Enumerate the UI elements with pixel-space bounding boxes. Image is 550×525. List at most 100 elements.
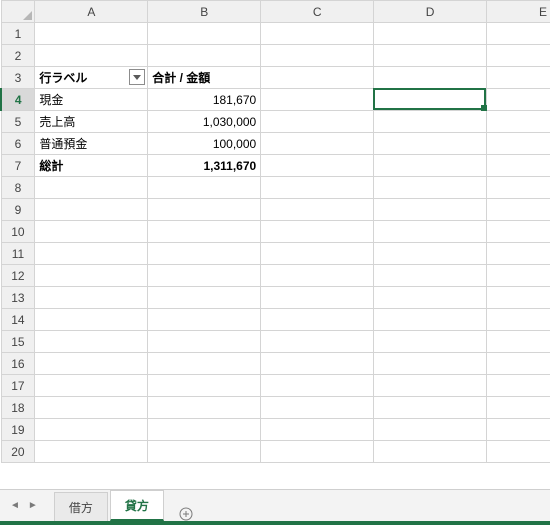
cell-C4[interactable] [261, 89, 374, 111]
row-header-3[interactable]: 3 [1, 67, 35, 89]
cell-C15[interactable] [261, 331, 374, 353]
cell-D18[interactable] [374, 397, 487, 419]
cell-E15[interactable] [487, 331, 550, 353]
row-header-18[interactable]: 18 [1, 397, 35, 419]
cell-A2[interactable] [35, 45, 148, 67]
cell-A10[interactable] [35, 221, 148, 243]
cell-B16[interactable] [148, 353, 261, 375]
row-header-14[interactable]: 14 [1, 309, 35, 331]
sheet-tab-0[interactable]: 借方 [54, 492, 108, 521]
cell-A8[interactable] [35, 177, 148, 199]
cell-A16[interactable] [35, 353, 148, 375]
cell-B3[interactable]: 合計 / 金額 [148, 67, 261, 89]
cell-C14[interactable] [261, 309, 374, 331]
cell-B10[interactable] [148, 221, 261, 243]
cell-E11[interactable] [487, 243, 550, 265]
cell-A3[interactable]: 行ラベル [35, 67, 148, 89]
cell-E4[interactable] [487, 89, 550, 111]
cell-B2[interactable] [148, 45, 261, 67]
worksheet-area[interactable]: A B C D E 123行ラベル合計 / 金額4現金181,6705売上高1,… [0, 0, 550, 489]
cell-E1[interactable] [487, 23, 550, 45]
cell-B5[interactable]: 1,030,000 [148, 111, 261, 133]
cell-C10[interactable] [261, 221, 374, 243]
cell-C12[interactable] [261, 265, 374, 287]
cell-B12[interactable] [148, 265, 261, 287]
cell-E10[interactable] [487, 221, 550, 243]
cell-A13[interactable] [35, 287, 148, 309]
cell-E5[interactable] [487, 111, 550, 133]
cell-C16[interactable] [261, 353, 374, 375]
cell-E17[interactable] [487, 375, 550, 397]
cell-D5[interactable] [374, 111, 487, 133]
cell-A19[interactable] [35, 419, 148, 441]
cell-C13[interactable] [261, 287, 374, 309]
cell-E19[interactable] [487, 419, 550, 441]
add-sheet-button[interactable] [172, 507, 200, 521]
cell-E9[interactable] [487, 199, 550, 221]
cell-E18[interactable] [487, 397, 550, 419]
pivot-filter-button[interactable] [129, 69, 145, 85]
cell-B6[interactable]: 100,000 [148, 133, 261, 155]
cell-A14[interactable] [35, 309, 148, 331]
cell-C19[interactable] [261, 419, 374, 441]
cell-C1[interactable] [261, 23, 374, 45]
cell-E3[interactable] [487, 67, 550, 89]
cell-A11[interactable] [35, 243, 148, 265]
row-header-16[interactable]: 16 [1, 353, 35, 375]
cell-A7[interactable]: 総計 [35, 155, 148, 177]
row-header-10[interactable]: 10 [1, 221, 35, 243]
col-header-D[interactable]: D [374, 1, 487, 23]
row-header-9[interactable]: 9 [1, 199, 35, 221]
cell-A1[interactable] [35, 23, 148, 45]
select-all-corner[interactable] [1, 1, 35, 23]
cell-D9[interactable] [374, 199, 487, 221]
cell-E6[interactable] [487, 133, 550, 155]
cell-B1[interactable] [148, 23, 261, 45]
col-header-C[interactable]: C [261, 1, 374, 23]
cell-C18[interactable] [261, 397, 374, 419]
row-header-6[interactable]: 6 [1, 133, 35, 155]
row-header-7[interactable]: 7 [1, 155, 35, 177]
cell-C11[interactable] [261, 243, 374, 265]
cell-B8[interactable] [148, 177, 261, 199]
cell-B19[interactable] [148, 419, 261, 441]
cell-E8[interactable] [487, 177, 550, 199]
cell-A17[interactable] [35, 375, 148, 397]
cell-D17[interactable] [374, 375, 487, 397]
cell-B7[interactable]: 1,311,670 [148, 155, 261, 177]
cell-D3[interactable] [374, 67, 487, 89]
cell-B11[interactable] [148, 243, 261, 265]
row-header-13[interactable]: 13 [1, 287, 35, 309]
cell-D1[interactable] [374, 23, 487, 45]
cell-D14[interactable] [374, 309, 487, 331]
cell-D6[interactable] [374, 133, 487, 155]
sheet-tab-1[interactable]: 貸方 [110, 490, 164, 521]
cell-C20[interactable] [261, 441, 374, 463]
cell-C17[interactable] [261, 375, 374, 397]
cell-C5[interactable] [261, 111, 374, 133]
cell-E12[interactable] [487, 265, 550, 287]
row-header-8[interactable]: 8 [1, 177, 35, 199]
cell-B15[interactable] [148, 331, 261, 353]
cell-D7[interactable] [374, 155, 487, 177]
cell-D13[interactable] [374, 287, 487, 309]
row-header-1[interactable]: 1 [1, 23, 35, 45]
cell-A6[interactable]: 普通預金 [35, 133, 148, 155]
cell-D12[interactable] [374, 265, 487, 287]
cell-D10[interactable] [374, 221, 487, 243]
cell-C9[interactable] [261, 199, 374, 221]
cell-E7[interactable] [487, 155, 550, 177]
row-header-11[interactable]: 11 [1, 243, 35, 265]
cell-D2[interactable] [374, 45, 487, 67]
cell-E13[interactable] [487, 287, 550, 309]
row-header-5[interactable]: 5 [1, 111, 35, 133]
cell-B18[interactable] [148, 397, 261, 419]
cell-D11[interactable] [374, 243, 487, 265]
tab-next-icon[interactable]: ► [28, 500, 38, 511]
row-header-15[interactable]: 15 [1, 331, 35, 353]
cell-E2[interactable] [487, 45, 550, 67]
cell-A12[interactable] [35, 265, 148, 287]
cell-C7[interactable] [261, 155, 374, 177]
cell-A20[interactable] [35, 441, 148, 463]
cell-B14[interactable] [148, 309, 261, 331]
